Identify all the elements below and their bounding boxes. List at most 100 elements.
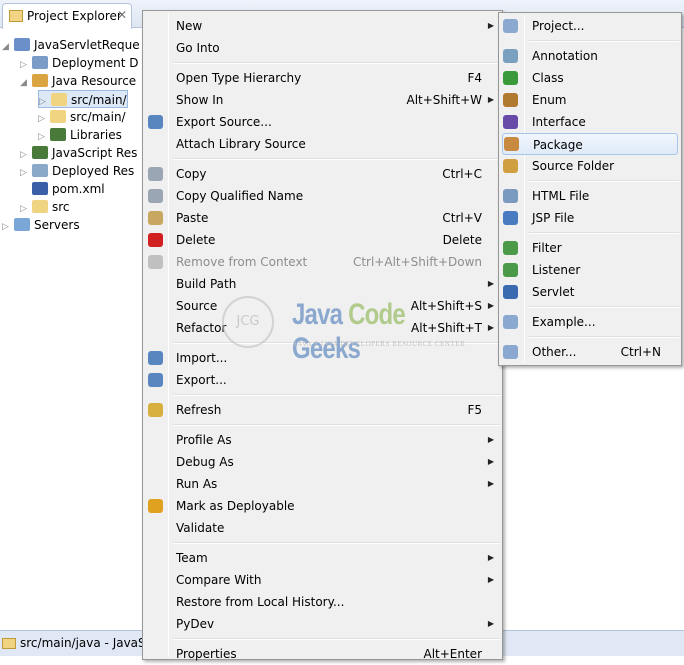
menu-item-source[interactable]: Source Alt+Shift+S ▶	[143, 295, 502, 317]
new-other[interactable]: Other... Ctrl+N	[499, 341, 681, 363]
menu-item-import[interactable]: Import...	[143, 347, 502, 369]
new-enum[interactable]: Enum	[499, 89, 681, 111]
paste-icon	[148, 211, 163, 225]
new-jsp-file-icon	[503, 211, 518, 225]
menu-item-debug-as[interactable]: Debug As ▶	[143, 451, 502, 473]
menu-item-show-in[interactable]: Show In Alt+Shift+W ▶	[143, 89, 502, 111]
menu-separator	[143, 339, 502, 347]
new-annotation[interactable]: Annotation	[499, 45, 681, 67]
new-project[interactable]: Project...	[499, 15, 681, 37]
menu-item-label: Open Type Hierarchy	[176, 71, 302, 85]
tree-item-label: src	[52, 200, 70, 214]
tree-item[interactable]: ▷ Deployed Res	[20, 162, 134, 180]
tree-item-label: Libraries	[70, 128, 122, 142]
menu-item-open-type-hierarchy[interactable]: Open Type Hierarchy F4	[143, 67, 502, 89]
menu-item-label: Debug As	[176, 455, 234, 469]
submenu-arrow-icon: ▶	[487, 575, 494, 584]
menu-item-properties[interactable]: Properties Alt+Enter	[143, 643, 502, 665]
menu-item-export-source[interactable]: Export Source...	[143, 111, 502, 133]
menu-item-profile-as[interactable]: Profile As ▶	[143, 429, 502, 451]
menu-separator	[143, 391, 502, 399]
tree-item[interactable]: ▷ src	[20, 198, 70, 216]
refresh-icon	[148, 403, 163, 417]
collapsed-arrow-icon[interactable]: ▷	[2, 218, 14, 236]
menu-item-label: Mark as Deployable	[176, 499, 295, 513]
menu-item-label: Properties	[176, 647, 237, 661]
menu-item-label: Package	[533, 138, 583, 152]
tree-item-label: Deployed Res	[52, 164, 135, 178]
import-icon	[148, 351, 163, 365]
context-menu: New ▶ Go Into Open Type Hierarchy F4 Show In A…	[142, 10, 503, 661]
new-class[interactable]: Class	[499, 67, 681, 89]
shortcut-label: Alt+Shift+T	[411, 321, 482, 335]
expanded-arrow-icon[interactable]: ◢	[20, 74, 32, 92]
new-html-file[interactable]: HTML File	[499, 185, 681, 207]
new-package[interactable]: Package	[502, 133, 678, 155]
menu-item-compare-with[interactable]: Compare With ▶	[143, 569, 502, 591]
menu-item-delete[interactable]: Delete Delete	[143, 229, 502, 251]
menu-item-label: Go Into	[176, 41, 220, 55]
new-servlet[interactable]: Servlet	[499, 281, 681, 303]
shortcut-label: Alt+Enter	[423, 647, 482, 661]
new-example-icon	[503, 315, 518, 329]
menu-item-remove-from-context[interactable]: Remove from Context Ctrl+Alt+Shift+Down	[143, 251, 502, 273]
deployed-resources-icon	[32, 164, 48, 177]
deployable-icon	[148, 499, 163, 513]
menu-item-copy[interactable]: Copy Ctrl+C	[143, 163, 502, 185]
deployment-descriptor-icon	[32, 56, 48, 69]
tree-item[interactable]: ▷ Servers	[2, 216, 80, 234]
expanded-arrow-icon[interactable]: ◢	[2, 38, 14, 56]
new-example[interactable]: Example...	[499, 311, 681, 333]
shortcut-label: F4	[467, 71, 482, 85]
servers-folder-icon	[14, 218, 30, 231]
menu-item-paste[interactable]: Paste Ctrl+V	[143, 207, 502, 229]
menu-item-label: Source Folder	[532, 159, 615, 173]
submenu-arrow-icon: ▶	[487, 479, 494, 488]
menu-item-export[interactable]: Export...	[143, 369, 502, 391]
folder-icon	[32, 200, 48, 213]
tree-item[interactable]: ◢ Java Resource	[20, 72, 136, 90]
menu-item-refactor[interactable]: Refactor Alt+Shift+T ▶	[143, 317, 502, 339]
menu-item-new[interactable]: New ▶	[143, 15, 502, 37]
tree-item-label: JavaScript Res	[52, 146, 138, 160]
new-filter[interactable]: Filter	[499, 237, 681, 259]
tree-item[interactable]: ▷ Deployment D	[20, 54, 138, 72]
menu-item-label: Team	[176, 551, 208, 565]
submenu-arrow-icon: ▶	[487, 95, 494, 104]
submenu-arrow-icon: ▶	[487, 553, 494, 562]
menu-item-go-into[interactable]: Go Into	[143, 37, 502, 59]
menu-item-run-as[interactable]: Run As ▶	[143, 473, 502, 495]
tree-item[interactable]: ▷ JavaScript Res	[20, 144, 137, 162]
menu-item-label: Compare With	[176, 573, 262, 587]
new-listener[interactable]: Listener	[499, 259, 681, 281]
menu-item-refresh[interactable]: Refresh F5	[143, 399, 502, 421]
tree-item[interactable]: ▷ src/main/	[38, 108, 126, 126]
menu-item-mark-as-deployable[interactable]: Mark as Deployable	[143, 495, 502, 517]
new-jsp-file[interactable]: JSP File	[499, 207, 681, 229]
menu-item-build-path[interactable]: Build Path ▶	[143, 273, 502, 295]
new-source-folder-icon	[503, 159, 518, 173]
menu-item-team[interactable]: Team ▶	[143, 547, 502, 569]
close-icon[interactable]: ✕	[117, 8, 127, 22]
menu-item-label: Copy Qualified Name	[176, 189, 304, 203]
tree-item[interactable]: ▷ src/main/	[38, 90, 128, 108]
menu-item-validate[interactable]: Validate	[143, 517, 502, 539]
menu-item-label: Validate	[176, 521, 225, 535]
tree-item[interactable]: pom.xml	[20, 180, 105, 198]
menu-item-restore-from-local-history[interactable]: Restore from Local History...	[143, 591, 502, 613]
menu-separator	[499, 229, 681, 237]
menu-item-copy-qualified-name[interactable]: Copy Qualified Name	[143, 185, 502, 207]
new-package-icon	[504, 137, 519, 151]
new-interface[interactable]: Interface	[499, 111, 681, 133]
menu-item-label: Build Path	[176, 277, 237, 291]
tree-item[interactable]: ▷ Libraries	[38, 126, 122, 144]
tree-item[interactable]: ◢ JavaServletReque	[2, 36, 140, 54]
menu-separator	[143, 635, 502, 643]
submenu-arrow-icon: ▶	[487, 279, 494, 288]
menu-item-label: Refresh	[176, 403, 222, 417]
tab-project-explorer[interactable]: Project Explorer ✕	[2, 3, 132, 29]
menu-item-attach-library-source[interactable]: Attach Library Source	[143, 133, 502, 155]
menu-separator	[143, 59, 502, 67]
new-source-folder[interactable]: Source Folder	[499, 155, 681, 177]
menu-item-pydev[interactable]: PyDev ▶	[143, 613, 502, 635]
